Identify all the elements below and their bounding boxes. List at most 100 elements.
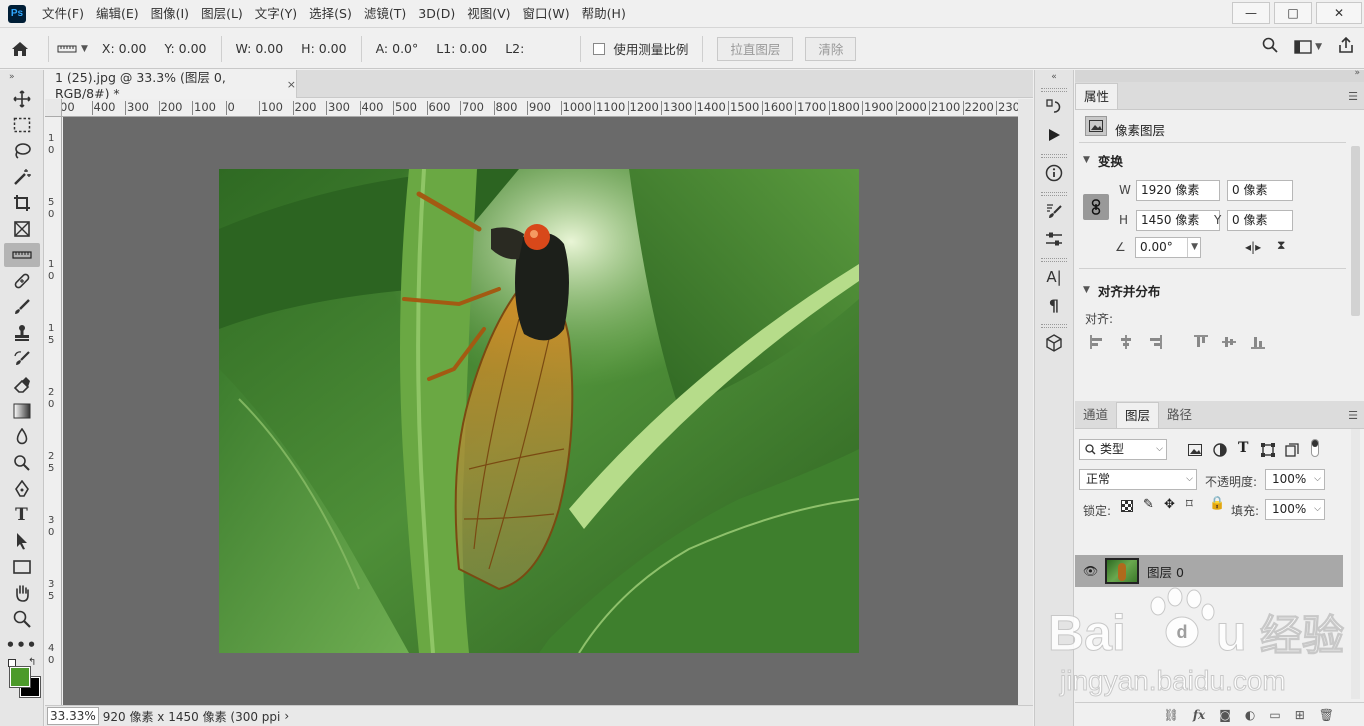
tab-paths[interactable]: 路径 xyxy=(1159,402,1200,428)
tab-channels[interactable]: 通道 xyxy=(1075,402,1116,428)
color-swatches[interactable]: ↰ xyxy=(4,657,44,705)
workspace-icon[interactable]: ▼ xyxy=(1294,39,1322,54)
align-top-icon[interactable] xyxy=(1193,334,1209,350)
close-window-button[interactable]: ✕ xyxy=(1316,2,1362,24)
menu-help[interactable]: 帮助(H) xyxy=(576,0,632,28)
info-icon[interactable] xyxy=(1038,160,1070,186)
align-middle-vertical-icon[interactable] xyxy=(1221,334,1237,350)
brush-tool-icon[interactable] xyxy=(4,295,40,319)
path-selection-tool-icon[interactable] xyxy=(4,529,40,553)
menu-3d[interactable]: 3D(D) xyxy=(412,0,461,28)
pen-tool-icon[interactable] xyxy=(4,477,40,501)
delete-layer-icon[interactable]: 🗑 xyxy=(1319,708,1334,722)
menu-view[interactable]: 视图(V) xyxy=(461,0,516,28)
blur-tool-icon[interactable] xyxy=(4,425,40,449)
collapse-dock-icon[interactable]: « xyxy=(1035,70,1073,82)
transform-section-header[interactable]: ▼ 变换 xyxy=(1075,146,1123,174)
lock-image-icon[interactable]: ✎ xyxy=(1143,497,1154,512)
chevron-down-icon[interactable]: ▼ xyxy=(1187,238,1198,257)
tab-layers[interactable]: 图层 xyxy=(1116,402,1160,428)
document-tab[interactable]: 1 (25).jpg @ 33.3% (图层 0, RGB/8#) * × xyxy=(45,70,297,101)
ruler-corner[interactable] xyxy=(45,99,62,117)
filter-pixel-icon[interactable] xyxy=(1188,444,1202,456)
panel-menu-icon[interactable]: ☰ xyxy=(1348,409,1358,422)
lock-all-icon[interactable]: 🔒 xyxy=(1209,496,1225,511)
panel-menu-icon[interactable]: ☰ xyxy=(1348,90,1358,103)
brush-settings-icon[interactable] xyxy=(1038,198,1070,224)
type-tool-icon[interactable]: T xyxy=(4,503,40,527)
gradient-tool-icon[interactable] xyxy=(4,399,40,423)
flip-horizontal-icon[interactable]: ◂|▸ xyxy=(1245,240,1261,254)
straighten-layer-button[interactable]: 拉直图层 xyxy=(717,36,794,61)
layers-scrollbar[interactable] xyxy=(1351,429,1360,699)
new-layer-icon[interactable]: ⊞ xyxy=(1295,708,1305,722)
more-tools-icon[interactable]: ••• xyxy=(4,633,40,657)
magic-wand-tool-icon[interactable] xyxy=(4,165,40,189)
height-field[interactable]: 1450 像素 xyxy=(1136,210,1220,231)
menu-file[interactable]: 文件(F) xyxy=(36,0,90,28)
align-bottom-icon[interactable] xyxy=(1250,334,1266,350)
dock-grip[interactable] xyxy=(1041,88,1067,92)
align-right-icon[interactable] xyxy=(1147,334,1163,350)
new-adjustment-layer-icon[interactable]: ◐ xyxy=(1245,708,1255,722)
marquee-tool-icon[interactable] xyxy=(4,113,40,137)
visibility-eye-icon[interactable]: 👁 xyxy=(1083,564,1098,578)
flip-vertical-icon[interactable]: ⧗ xyxy=(1277,238,1285,253)
x-position-field[interactable]: 0 像素 xyxy=(1227,180,1293,201)
lasso-tool-icon[interactable] xyxy=(4,139,40,163)
dock-grip[interactable] xyxy=(1041,154,1067,158)
align-section-header[interactable]: ▼ 对齐并分布 xyxy=(1075,276,1160,304)
history-brush-tool-icon[interactable] xyxy=(4,347,40,371)
crop-tool-icon[interactable] xyxy=(4,191,40,215)
dock-grip[interactable] xyxy=(1041,192,1067,196)
eraser-tool-icon[interactable] xyxy=(4,373,40,397)
horizontal-ruler[interactable]: 0040030020010001002003004005006007008009… xyxy=(62,99,1018,117)
frame-tool-icon[interactable] xyxy=(4,217,40,241)
foreground-color-swatch[interactable] xyxy=(9,666,31,688)
ruler-tool-icon[interactable] xyxy=(3,243,40,267)
vertical-ruler[interactable]: 10 50 10 15 20 25 30 35 40 xyxy=(45,117,62,705)
filter-smart-object-icon[interactable] xyxy=(1285,443,1299,457)
filter-toggle[interactable] xyxy=(1311,439,1319,457)
minimize-button[interactable]: — xyxy=(1232,2,1270,24)
blend-mode-select[interactable]: 正常 ⌵ xyxy=(1079,469,1197,490)
filter-adjustment-icon[interactable] xyxy=(1213,443,1227,457)
menu-image[interactable]: 图像(I) xyxy=(145,0,195,28)
clone-stamp-tool-icon[interactable] xyxy=(4,321,40,345)
filter-type-icon[interactable]: T xyxy=(1238,440,1248,456)
layer-filter-select[interactable]: 类型 ⌵ xyxy=(1079,439,1167,460)
dock-grip[interactable] xyxy=(1041,258,1067,262)
collapse-panel-icon[interactable]: » xyxy=(1354,68,1360,78)
link-dimensions-button[interactable] xyxy=(1083,194,1109,220)
share-icon[interactable] xyxy=(1338,36,1354,56)
add-layer-style-icon[interactable]: fx xyxy=(1193,708,1205,722)
width-field[interactable]: 1920 像素 xyxy=(1136,180,1220,201)
rectangle-tool-icon[interactable] xyxy=(4,555,40,579)
dock-grip[interactable] xyxy=(1041,324,1067,328)
fill-field[interactable]: 100% ⌵ xyxy=(1265,499,1325,520)
move-tool-icon[interactable] xyxy=(4,87,40,111)
collapse-tools-icon[interactable]: » xyxy=(0,70,43,86)
layer-name[interactable]: 图层 0 xyxy=(1147,562,1184,581)
ruler-tool-preset-icon[interactable]: ▼ xyxy=(57,44,88,54)
adjustments-icon[interactable] xyxy=(1038,226,1070,252)
paragraph-panel-icon[interactable]: ¶ xyxy=(1038,292,1070,318)
default-colors-icon[interactable] xyxy=(8,659,16,667)
close-tab-icon[interactable]: × xyxy=(287,78,296,91)
home-icon[interactable] xyxy=(0,41,40,57)
character-panel-icon[interactable]: A| xyxy=(1038,264,1070,290)
menu-layer[interactable]: 图层(L) xyxy=(195,0,249,28)
hand-tool-icon[interactable] xyxy=(4,581,40,605)
actions-play-icon[interactable] xyxy=(1038,122,1070,148)
layer-row[interactable]: 👁 图层 0 xyxy=(1075,555,1343,587)
zoom-tool-icon[interactable] xyxy=(4,607,40,631)
menu-window[interactable]: 窗口(W) xyxy=(517,0,576,28)
menu-type[interactable]: 文字(Y) xyxy=(249,0,303,28)
y-position-field[interactable]: 0 像素 xyxy=(1227,210,1293,231)
maximize-button[interactable]: □ xyxy=(1274,2,1312,24)
menu-filter[interactable]: 滤镜(T) xyxy=(358,0,412,28)
menu-select[interactable]: 选择(S) xyxy=(303,0,358,28)
zoom-level-field[interactable]: 33.33% xyxy=(47,707,99,725)
search-icon[interactable] xyxy=(1262,37,1278,56)
add-mask-icon[interactable]: ◙ xyxy=(1219,708,1231,722)
